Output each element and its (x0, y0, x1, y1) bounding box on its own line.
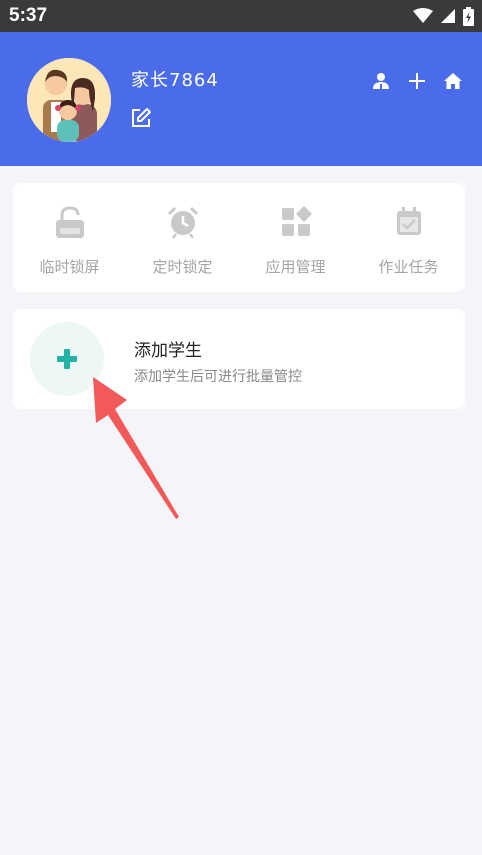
quick-action-label: 应用管理 (265, 258, 326, 276)
signal-icon (441, 9, 455, 23)
status-icons (413, 6, 474, 26)
quick-action-homework-tasks[interactable]: 作业任务 (352, 183, 465, 292)
add-student-card[interactable]: 添加学生 添加学生后可进行批量管控 (13, 309, 465, 409)
quick-action-temp-lock[interactable]: 临时锁屏 (13, 183, 126, 292)
task-calendar-icon (396, 207, 421, 235)
add-icon[interactable] (406, 70, 428, 92)
profile-header: 家长7864 (0, 32, 482, 166)
quick-action-timed-lock[interactable]: 定时锁定 (126, 183, 239, 292)
home-icon[interactable] (442, 70, 464, 92)
wifi-icon (413, 8, 433, 23)
quick-action-app-management[interactable]: 应用管理 (239, 183, 352, 292)
profile-icon[interactable] (370, 70, 392, 92)
apps-grid-icon (281, 206, 312, 236)
username: 家长7864 (131, 70, 219, 91)
plus-icon (57, 349, 77, 369)
battery-charging-icon (463, 6, 474, 26)
pointer-arrow-icon (93, 377, 179, 519)
quick-action-label: 定时锁定 (152, 258, 213, 276)
family-avatar-icon (27, 58, 111, 142)
edit-icon[interactable] (130, 107, 152, 129)
status-bar: 5:37 (0, 0, 482, 32)
quick-actions-card: 临时锁屏 定时锁定 应用管理 作业任务 (13, 183, 465, 292)
alarm-clock-icon (167, 206, 198, 239)
quick-action-label: 作业任务 (378, 258, 439, 276)
status-time: 5:37 (9, 5, 48, 26)
add-student-title: 添加学生 (134, 341, 202, 361)
quick-action-label: 临时锁屏 (39, 258, 100, 276)
header-actions (370, 70, 464, 92)
avatar[interactable] (27, 58, 111, 142)
lock-icon (55, 206, 84, 238)
